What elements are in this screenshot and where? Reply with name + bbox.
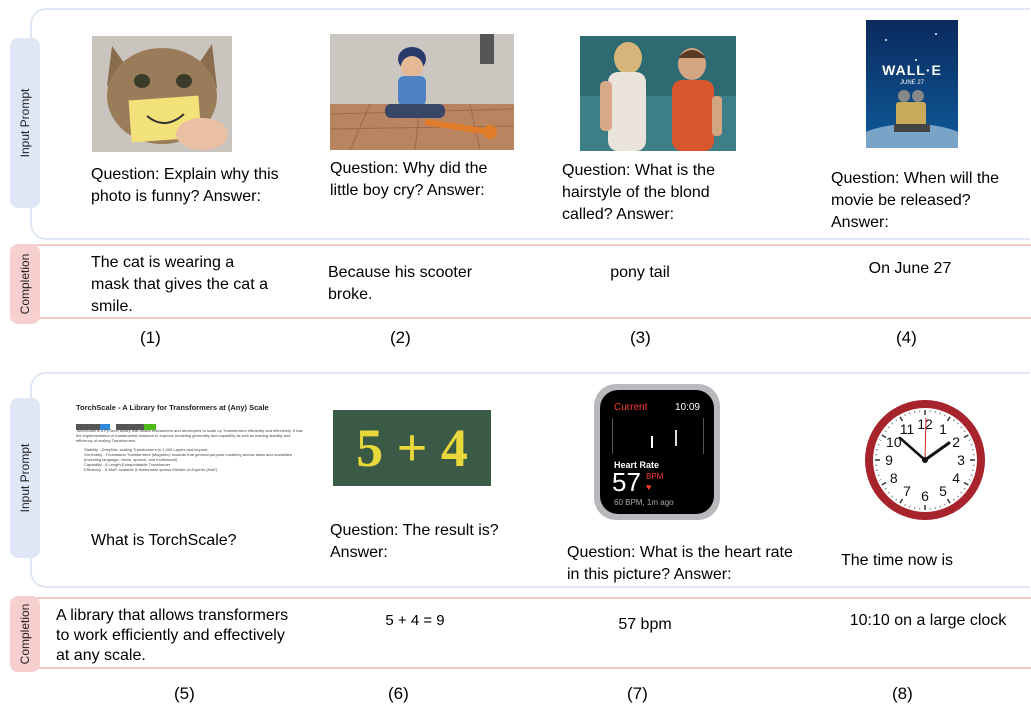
completion-2: Because his scooter broke. — [328, 262, 514, 306]
torchscale-intro: TorchScale is a PyTorch library that all… — [76, 428, 308, 443]
clock-numeral: 6 — [921, 488, 929, 504]
completion-6: 5 + 4 = 9 — [360, 610, 470, 632]
watch-subtext: 60 BPM, 1m ago — [614, 498, 674, 507]
watch-back-label: Current — [614, 402, 647, 413]
clock-numeral: 7 — [903, 483, 911, 499]
input-prompt-tag-2: Input Prompt — [10, 398, 40, 558]
walle-title: WALL·E — [866, 62, 958, 78]
apple-watch-image: Current 10:09 Heart Rate 57 BPM ♥ 60 BPM… — [594, 384, 720, 520]
completion-7: 57 bpm — [590, 614, 700, 636]
watch-bpm-unit: BPM — [646, 472, 663, 481]
watch-graph — [612, 418, 704, 454]
watch-screen: Current 10:09 Heart Rate 57 BPM ♥ 60 BPM… — [600, 390, 714, 514]
math-expression: 5 + 4 — [333, 418, 491, 478]
clock-numeral: 4 — [952, 470, 960, 486]
walle-poster-image: WALL·E JUNE 27 — [866, 20, 958, 148]
completion-label: Completion — [18, 254, 32, 315]
torchscale-bullet: Efficiency - X-MoE: scalable & finetunab… — [84, 467, 308, 472]
question-6: Question: The result is? Answer: — [330, 520, 510, 564]
input-prompt-label: Input Prompt — [18, 89, 32, 158]
completion-tag-1: Completion — [10, 244, 40, 324]
clock-numeral: 2 — [952, 434, 960, 450]
torchscale-screenshot-image: TorchScale - A Library for Transformers … — [76, 403, 308, 503]
heart-icon: ♥ — [646, 482, 651, 492]
torchscale-title: TorchScale - A Library for Transformers … — [76, 403, 308, 412]
question-5: What is TorchScale? — [91, 530, 291, 552]
item-number-6: (6) — [388, 684, 409, 704]
question-1: Question: Explain why this photo is funn… — [91, 164, 291, 208]
clock-numeral: 3 — [957, 452, 965, 468]
completion-3: pony tail — [560, 262, 720, 284]
torchscale-bullet: Generality - Foundation Transformers (Ma… — [84, 452, 308, 462]
item-number-1: (1) — [140, 328, 161, 348]
question-4: Question: When will the movie be release… — [831, 168, 1031, 234]
clock-numeral: 12 — [917, 416, 933, 432]
completion-label: Completion — [18, 604, 32, 665]
item-number-5: (5) — [174, 684, 195, 704]
math-chalkboard-image: 5 + 4 — [333, 410, 491, 486]
item-number-3: (3) — [630, 328, 651, 348]
clock-numeral: 5 — [939, 483, 947, 499]
input-prompt-tag-1: Input Prompt — [10, 38, 40, 208]
question-7: Question: What is the heart rate in this… — [567, 542, 807, 586]
clock-numeral: 1 — [939, 421, 947, 437]
clock-numeral: 8 — [890, 470, 898, 486]
clock-face: 121234567891011 — [854, 398, 996, 522]
question-2: Question: Why did the little boy cry? An… — [330, 158, 520, 202]
watch-heart-rate-value: 57 — [612, 468, 641, 496]
tennis-players-image — [580, 36, 736, 151]
wall-clock-image: 121234567891011 — [854, 398, 996, 522]
question-8: The time now is — [841, 550, 1021, 572]
torchscale-badges — [76, 417, 308, 423]
item-number-8: (8) — [892, 684, 913, 704]
clock-numeral: 11 — [900, 421, 915, 437]
input-prompt-label: Input Prompt — [18, 444, 32, 513]
item-number-7: (7) — [627, 684, 648, 704]
cat-image — [92, 36, 232, 152]
watch-time: 10:09 — [675, 402, 700, 413]
item-number-4: (4) — [896, 328, 917, 348]
question-3: Question: What is the hairstyle of the b… — [562, 160, 758, 226]
completion-1: The cat is wearing a mask that gives the… — [91, 252, 271, 318]
item-number-2: (2) — [390, 328, 411, 348]
completion-4: On June 27 — [830, 258, 990, 280]
crying-boy-image — [330, 34, 514, 150]
completion-tag-2: Completion — [10, 596, 40, 672]
walle-date: JUNE 27 — [866, 80, 958, 86]
completion-8: 10:10 on a large clock — [828, 610, 1028, 632]
clock-numeral: 9 — [885, 452, 893, 468]
completion-5: A library that allows transformers to wo… — [56, 606, 296, 666]
